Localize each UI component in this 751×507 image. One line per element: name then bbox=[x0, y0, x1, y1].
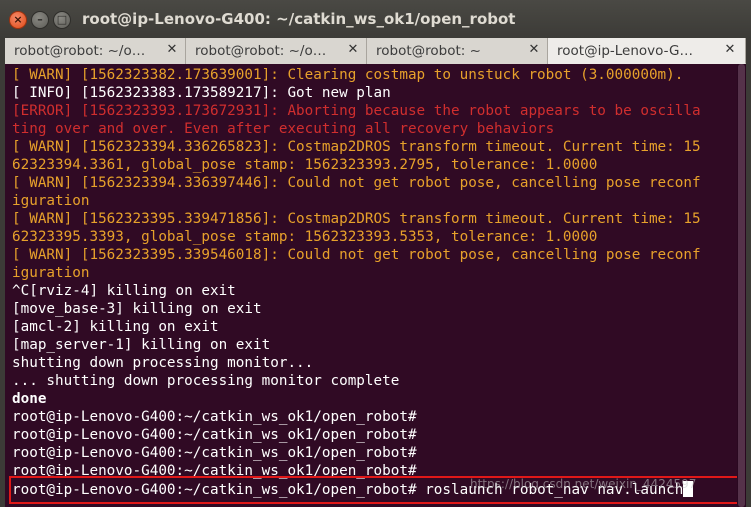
terminal-line: root@ip-Lenovo-G400:~/catkin_ws_ok1/open… bbox=[12, 445, 417, 461]
tab-label: robot@robot: ~/o… bbox=[195, 43, 327, 59]
terminal-line: ... shutting down processing monitor com… bbox=[12, 373, 400, 389]
terminal-line: done bbox=[12, 391, 47, 407]
terminal-line: iguration bbox=[12, 193, 90, 209]
terminal-line: root@ip-Lenovo-G400:~/catkin_ws_ok1/open… bbox=[12, 409, 417, 425]
terminal-line: [ WARN] [1562323395.339471856]: Costmap2… bbox=[12, 211, 701, 227]
terminal-line: [map_server-1] killing on exit bbox=[12, 337, 271, 353]
tab-close-icon[interactable]: ✕ bbox=[165, 42, 179, 58]
terminal-line: [ WARN] [1562323394.336265823]: Costmap2… bbox=[12, 139, 701, 155]
terminal-line: [amcl-2] killing on exit bbox=[12, 319, 219, 335]
tab-1[interactable]: robot@robot: ~/o… ✕ bbox=[5, 38, 186, 64]
tab-close-icon[interactable]: ✕ bbox=[527, 42, 541, 58]
terminal-output[interactable]: [ WARN] [1562323382.173639001]: Clearing… bbox=[5, 64, 746, 507]
tab-close-icon[interactable]: ✕ bbox=[346, 42, 360, 58]
terminal-line: ting over and over. Even after executing… bbox=[12, 121, 555, 137]
tab-2[interactable]: robot@robot: ~/o… ✕ bbox=[186, 38, 367, 64]
terminal-line: [ INFO] [1562323383.173589217]: Got new … bbox=[12, 85, 391, 101]
terminal-line: [move_base-3] killing on exit bbox=[12, 301, 262, 317]
terminal-line: 62323394.3361, global_pose stamp: 156232… bbox=[12, 157, 598, 173]
terminal-line: iguration bbox=[12, 265, 90, 281]
tab-label: root@ip-Lenovo-G… bbox=[557, 43, 693, 59]
terminal-line: root@ip-Lenovo-G400:~/catkin_ws_ok1/open… bbox=[12, 427, 417, 443]
window-title: root@ip-Lenovo-G400: ~/catkin_ws_ok1/ope… bbox=[82, 10, 516, 28]
close-icon: × bbox=[13, 13, 23, 26]
terminal-line: [ WARN] [1562323394.336397446]: Could no… bbox=[12, 175, 701, 191]
tab-label: robot@robot: ~/o… bbox=[14, 43, 146, 59]
window-close-button[interactable]: × bbox=[9, 11, 27, 29]
tab-4-active[interactable]: root@ip-Lenovo-G… ✕ bbox=[548, 38, 746, 64]
maximize-icon: □ bbox=[56, 13, 68, 26]
tab-3[interactable]: robot@robot: ~ ✕ bbox=[367, 38, 548, 64]
terminal-scrollbar[interactable] bbox=[737, 64, 746, 507]
terminal-line: 62323395.3393, global_pose stamp: 156232… bbox=[12, 229, 598, 245]
tab-bar: robot@robot: ~/o… ✕ robot@robot: ~/o… ✕ … bbox=[5, 38, 746, 65]
window-maximize-button[interactable]: □ bbox=[53, 11, 71, 29]
terminal-line: shutting down processing monitor... bbox=[12, 355, 314, 371]
window-titlebar[interactable]: × – □ root@ip-Lenovo-G400: ~/catkin_ws_o… bbox=[0, 0, 751, 38]
terminal-line: [ WARN] [1562323395.339546018]: Could no… bbox=[12, 247, 701, 263]
tab-label: robot@robot: ~ bbox=[376, 43, 481, 59]
tab-close-icon[interactable]: ✕ bbox=[723, 42, 737, 58]
terminal-line: ^C[rviz-4] killing on exit bbox=[12, 283, 236, 299]
command-highlight-box bbox=[9, 476, 743, 504]
window-minimize-button[interactable]: – bbox=[31, 11, 49, 29]
scrollbar-thumb[interactable] bbox=[738, 64, 745, 507]
terminal-line: [ WARN] [1562323382.173639001]: Clearing… bbox=[12, 67, 684, 83]
minimize-icon: – bbox=[37, 13, 43, 26]
terminal-line: [ERROR] [1562323393.173672931]: Aborting… bbox=[12, 103, 701, 119]
